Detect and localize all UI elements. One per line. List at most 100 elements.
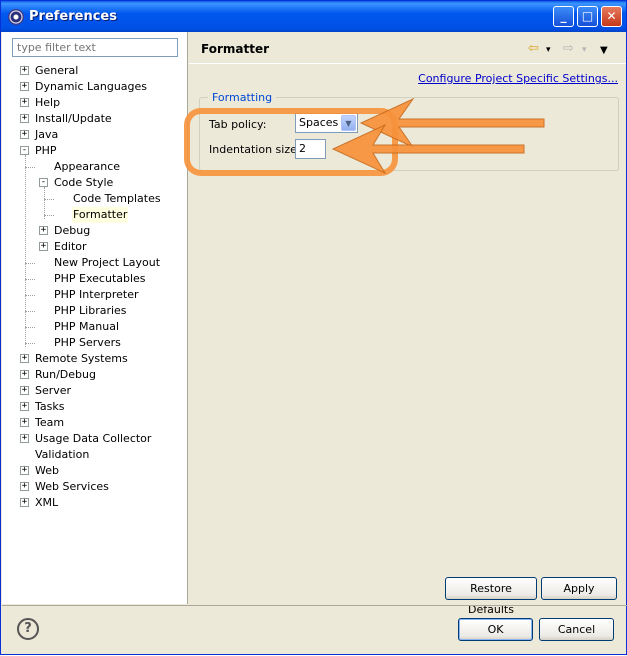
tree-connector (25, 167, 35, 168)
tree-item[interactable]: + XML (2, 495, 187, 511)
tree-item-label: Web Services (35, 480, 109, 493)
preference-tree-pane: + General + Dynamic Languages + Help + Install/… (2, 32, 188, 604)
indentation-size-label: Indentation size: (209, 143, 301, 156)
tree-item[interactable]: + Editor (2, 239, 187, 255)
ok-button[interactable]: OK (458, 618, 533, 641)
minimize-button[interactable]: _ (553, 6, 574, 27)
cancel-button[interactable]: Cancel (539, 618, 614, 641)
tree-item-label: Java (35, 128, 59, 141)
tree-item[interactable]: + Java (2, 127, 187, 143)
expand-icon[interactable]: + (39, 242, 48, 251)
page-title: Formatter (201, 42, 270, 56)
collapse-icon[interactable]: - (20, 146, 29, 155)
tree-item-label: Run/Debug (35, 368, 96, 381)
tree-item[interactable]: New Project Layout (2, 255, 187, 271)
tree-item-label: Dynamic Languages (35, 80, 148, 93)
tree-connector (25, 279, 35, 280)
title-bar[interactable]: Preferences _ □ ✕ (1, 1, 626, 32)
tree-item[interactable]: Validation (2, 447, 187, 463)
configure-project-settings-link[interactable]: Configure Project Specific Settings... (418, 72, 618, 85)
collapse-icon[interactable]: - (39, 178, 48, 187)
expand-icon[interactable]: + (20, 114, 29, 123)
tree-item[interactable]: PHP Executables (2, 271, 187, 287)
tree-item[interactable]: + Usage Data Collector (2, 431, 187, 447)
help-icon[interactable]: ? (17, 618, 39, 640)
tree-item[interactable]: + Team (2, 415, 187, 431)
tree-item-label: Editor (54, 240, 87, 253)
tree-item[interactable]: - Code Style (2, 175, 187, 191)
formatter-page: Formatter ⇦ ▾ ⇨ ▾ ▼ Configure Project Sp… (189, 32, 626, 616)
restore-defaults-button[interactable]: Restore Defaults (445, 577, 537, 616)
window-title: Preferences (29, 9, 117, 24)
tree-connector (44, 199, 54, 200)
tree-item-label: Debug (54, 224, 91, 237)
tree-item-label: Tasks (35, 400, 65, 413)
apply-button[interactable]: Apply (541, 577, 617, 600)
tree-connector (44, 215, 54, 216)
tree-item-label: PHP Interpreter (54, 288, 139, 301)
tab-policy-value: Spaces (299, 116, 339, 129)
forward-menu-icon[interactable]: ▾ (582, 44, 587, 57)
tab-policy-select[interactable]: Spaces ▼ (295, 113, 358, 133)
tree-item[interactable]: + Web Services (2, 479, 187, 495)
tree-item-label: Validation (35, 448, 90, 461)
tree-item[interactable]: PHP Interpreter (2, 287, 187, 303)
tree-item-label: Web (35, 464, 59, 477)
expand-icon[interactable]: + (20, 482, 29, 491)
tree-item[interactable]: + Install/Update (2, 111, 187, 127)
expand-icon[interactable]: + (20, 418, 29, 427)
expand-icon[interactable]: + (20, 402, 29, 411)
tree-item[interactable]: PHP Manual (2, 319, 187, 335)
tree-item[interactable]: - PHP (2, 143, 187, 159)
tree-item[interactable]: + Web (2, 463, 187, 479)
tree-item[interactable]: + Dynamic Languages (2, 79, 187, 95)
tree-item-label: Usage Data Collector (35, 432, 152, 445)
view-menu-icon[interactable]: ▼ (600, 44, 608, 57)
maximize-button[interactable]: □ (577, 6, 598, 27)
expand-icon[interactable]: + (20, 82, 29, 91)
tree-item-label: Install/Update (35, 112, 112, 125)
tree-connector (44, 187, 45, 219)
expand-icon[interactable]: + (20, 66, 29, 75)
tree-item[interactable]: Code Templates (2, 191, 187, 207)
tree-connector (25, 343, 35, 344)
tree-item-label: Help (35, 96, 61, 109)
formatting-group: Formatting (199, 91, 619, 171)
forward-arrow-icon[interactable]: ⇨ (563, 42, 574, 55)
tree-item[interactable]: + Debug (2, 223, 187, 239)
expand-icon[interactable]: + (20, 98, 29, 107)
chevron-down-icon[interactable]: ▼ (341, 115, 356, 131)
expand-icon[interactable]: + (20, 466, 29, 475)
tree-item-label: New Project Layout (54, 256, 161, 269)
expand-icon[interactable]: + (20, 434, 29, 443)
tree-item[interactable]: + Remote Systems (2, 351, 187, 367)
tree-item[interactable]: Appearance (2, 159, 187, 175)
tree-item-label: PHP (35, 144, 57, 157)
tree-item[interactable]: Formatter (2, 207, 187, 223)
header-separator (189, 63, 626, 64)
expand-icon[interactable]: + (20, 354, 29, 363)
expand-icon[interactable]: + (39, 226, 48, 235)
tree-item-label: PHP Manual (54, 320, 120, 333)
tree-connector (25, 295, 35, 296)
indentation-size-input[interactable]: 2 (295, 139, 326, 159)
expand-icon[interactable]: + (20, 370, 29, 379)
tree-item[interactable]: + Tasks (2, 399, 187, 415)
back-menu-icon[interactable]: ▾ (546, 44, 551, 57)
tree-item[interactable]: PHP Libraries (2, 303, 187, 319)
tree-item[interactable]: PHP Servers (2, 335, 187, 351)
tree-item[interactable]: + General (2, 63, 187, 79)
close-button[interactable]: ✕ (601, 6, 622, 27)
tree-item[interactable]: + Run/Debug (2, 367, 187, 383)
tab-policy-label: Tab policy: (209, 118, 267, 131)
tree-item-label: XML (35, 496, 59, 509)
expand-icon[interactable]: + (20, 386, 29, 395)
tree-item[interactable]: + Help (2, 95, 187, 111)
expand-icon[interactable]: + (20, 130, 29, 139)
tree-item-label: Team (35, 416, 65, 429)
filter-input[interactable] (12, 38, 178, 57)
expand-icon[interactable]: + (20, 498, 29, 507)
tree-item[interactable]: + Server (2, 383, 187, 399)
formatting-group-label: Formatting (208, 91, 277, 104)
back-arrow-icon[interactable]: ⇦ (528, 42, 539, 55)
